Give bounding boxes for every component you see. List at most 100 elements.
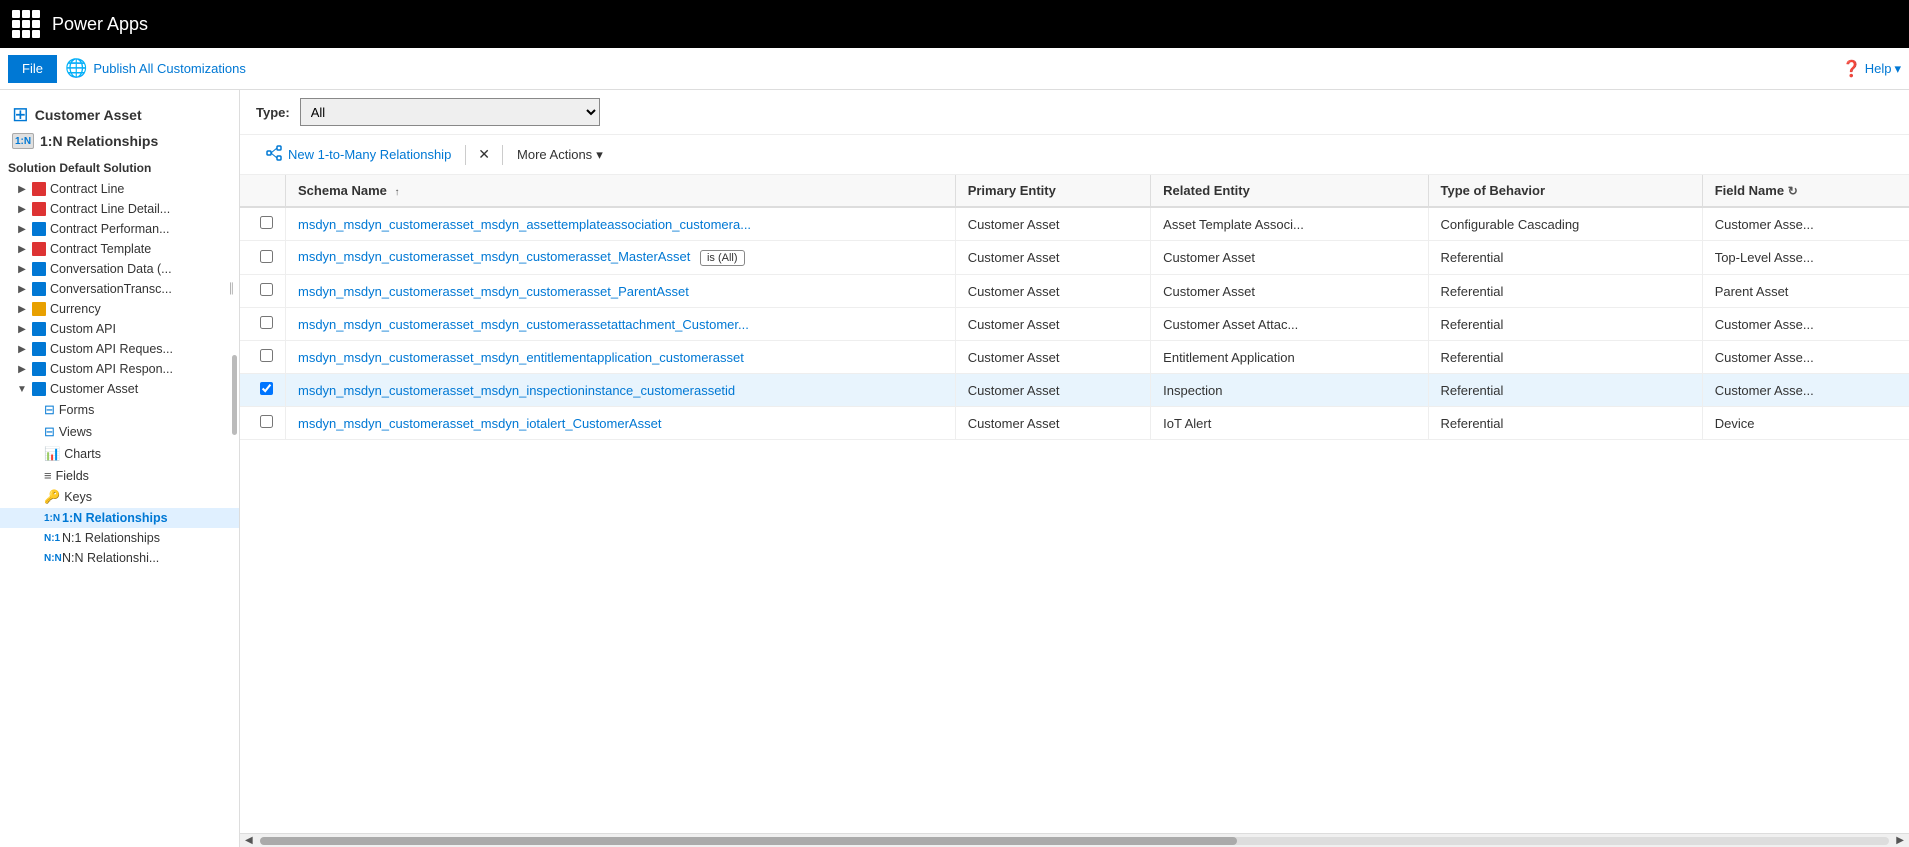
sidebar-item-label: Customer Asset [50,382,138,396]
primary-entity-cell: Customer Asset [955,241,1150,275]
scroll-right-arrow[interactable]: ▶ [1893,835,1907,846]
is-all-badge: is (All) [700,250,745,266]
type-select[interactable]: All Custom Standard [300,98,600,126]
type-of-behavior-label: Type of Behavior [1441,183,1546,198]
sidebar-item-label: Custom API Reques... [50,342,173,356]
schema-name-cell[interactable]: msdyn_msdyn_customerasset_msdyn_customer… [286,308,956,341]
sidebar-item-contract-line-detail[interactable]: ▶ Contract Line Detail... [0,199,239,219]
sidebar-item-label: Currency [50,302,101,316]
sidebar-item-currency[interactable]: ▶ Currency [0,299,239,319]
publish-button[interactable]: 🌐 Publish All Customizations [65,58,246,79]
header-primary-entity[interactable]: Primary Entity [955,175,1150,207]
scroll-left-arrow[interactable]: ◀ [242,835,256,846]
sidebar-child-keys[interactable]: 🔑 Keys [0,486,239,508]
entity-header-icon: ⊞ [12,102,29,127]
forms-icon: ⊟ [44,402,55,418]
table-row: msdyn_msdyn_customerasset_msdyn_entitlem… [240,341,1909,374]
type-of-behavior-cell: Referential [1428,374,1702,407]
row-checkbox[interactable] [260,382,273,395]
related-entity-cell: Entitlement Application [1151,341,1428,374]
scrollbar-thumb[interactable] [260,837,1238,845]
sidebar-item-custom-api-respon[interactable]: ▶ Custom API Respon... [0,359,239,379]
file-button[interactable]: File [8,55,57,83]
action-separator [465,145,466,165]
sidebar-item-label: Contract Template [50,242,151,256]
row-checkbox-cell [240,407,286,440]
new-relationship-label: New 1-to-Many Relationship [288,147,451,162]
type-label: Type: [256,105,290,120]
more-actions-button[interactable]: More Actions ▾ [507,143,613,167]
new-relationship-icon [266,145,282,164]
row-checkbox-cell [240,341,286,374]
refresh-icon[interactable]: ↻ [1788,184,1798,198]
sidebar-item-contract-performance[interactable]: ▶ Contract Performan... [0,219,239,239]
schema-name-label: Schema Name [298,183,387,198]
sidebar-item-contract-template[interactable]: ▶ Contract Template [0,239,239,259]
schema-name-cell[interactable]: msdyn_msdyn_customerasset_msdyn_assettem… [286,207,956,241]
schema-name-cell[interactable]: msdyn_msdyn_customerasset_msdyn_entitlem… [286,341,956,374]
type-of-behavior-cell: Referential [1428,275,1702,308]
charts-icon: 📊 [44,446,60,462]
sidebar-item-custom-api[interactable]: ▶ Custom API [0,319,239,339]
sidebar-child-1n-relationships[interactable]: 1:N 1:N Relationships [0,508,239,528]
header-field-name[interactable]: Field Name ↻ [1702,175,1909,207]
table-header-row: Schema Name ↑ Primary Entity Related Ent… [240,175,1909,207]
expand-arrow-icon: ▶ [16,244,28,255]
sidebar-item-custom-api-reques[interactable]: ▶ Custom API Reques... [0,339,239,359]
scrollbar-track[interactable] [260,837,1890,845]
row-checkbox[interactable] [260,415,273,428]
header-type-of-behavior[interactable]: Type of Behavior [1428,175,1702,207]
row-checkbox[interactable] [260,283,273,296]
row-checkbox[interactable] [260,250,273,263]
row-checkbox[interactable] [260,349,273,362]
sidebar-item-conversation-transc[interactable]: ▶ ConversationTransc... ║ [0,279,239,299]
schema-name-cell[interactable]: msdyn_msdyn_customerasset_msdyn_inspecti… [286,374,956,407]
waffle-menu[interactable] [12,10,40,38]
help-circle-icon: ❓ [1842,59,1862,79]
sidebar-child-fields[interactable]: ≡ Fields [0,465,239,486]
sidebar-child-n1-relationships[interactable]: N:1 N:1 Relationships [0,528,239,548]
horizontal-scrollbar[interactable]: ◀ ▶ [240,833,1909,847]
publish-label: Publish All Customizations [93,61,245,76]
sidebar-child-charts[interactable]: 📊 Charts [0,443,239,465]
sidebar-item-label: Custom API Respon... [50,362,173,376]
relationship-badge-icon: 1:N [12,133,34,149]
sidebar-child-label: 1:N Relationships [62,511,168,525]
sidebar-item-contract-line[interactable]: ▶ Contract Line [0,179,239,199]
entity-icon-blue [32,322,46,336]
sidebar-item-customer-asset[interactable]: ▼ Customer Asset [0,379,239,399]
field-name-cell: Customer Asse... [1702,374,1909,407]
delete-button[interactable]: ✕ [470,142,498,167]
row-checkbox[interactable] [260,216,273,229]
nn-icon: N:N [44,553,58,564]
schema-name-cell[interactable]: msdyn_msdyn_customerasset_msdyn_customer… [286,275,956,308]
header-schema-name[interactable]: Schema Name ↑ [286,175,956,207]
entity-icon-yellow [32,302,46,316]
sidebar-child-label: Charts [64,447,101,461]
sidebar-item-label: Contract Line Detail... [50,202,170,216]
action-separator-2 [502,145,503,165]
entity-icon-red [32,182,46,196]
header-related-entity[interactable]: Related Entity [1151,175,1428,207]
expand-arrow-icon: ▶ [16,344,28,355]
expand-arrow-icon: ▶ [16,264,28,275]
sidebar-child-forms[interactable]: ⊟ Forms [0,399,239,421]
tree-items-container: ▶ Contract Line ▶ Contract Line Detail..… [0,179,239,568]
schema-name-cell[interactable]: msdyn_msdyn_customerasset_msdyn_customer… [286,241,956,275]
field-name-cell: Top-Level Asse... [1702,241,1909,275]
sidebar-scrollbar-thumb[interactable] [232,355,237,435]
sidebar-child-views[interactable]: ⊟ Views [0,421,239,443]
expand-arrow-icon: ▶ [16,304,28,315]
sidebar-item-conversation-data[interactable]: ▶ Conversation Data (... [0,259,239,279]
sidebar-child-label: Fields [56,469,89,483]
expand-arrow-icon: ▶ [16,364,28,375]
row-checkbox-cell [240,275,286,308]
sidebar-child-nn-relationships[interactable]: N:N N:N Relationshi... [0,548,239,568]
new-relationship-button[interactable]: New 1-to-Many Relationship [256,141,461,168]
row-checkbox[interactable] [260,316,273,329]
table-row: msdyn_msdyn_customerasset_msdyn_customer… [240,275,1909,308]
help-button[interactable]: ❓ Help ▾ [1842,59,1901,79]
sidebar-entity-header: ⊞ Customer Asset [0,94,239,131]
schema-name-cell[interactable]: msdyn_msdyn_customerasset_msdyn_iotalert… [286,407,956,440]
field-name-cell: Device [1702,407,1909,440]
